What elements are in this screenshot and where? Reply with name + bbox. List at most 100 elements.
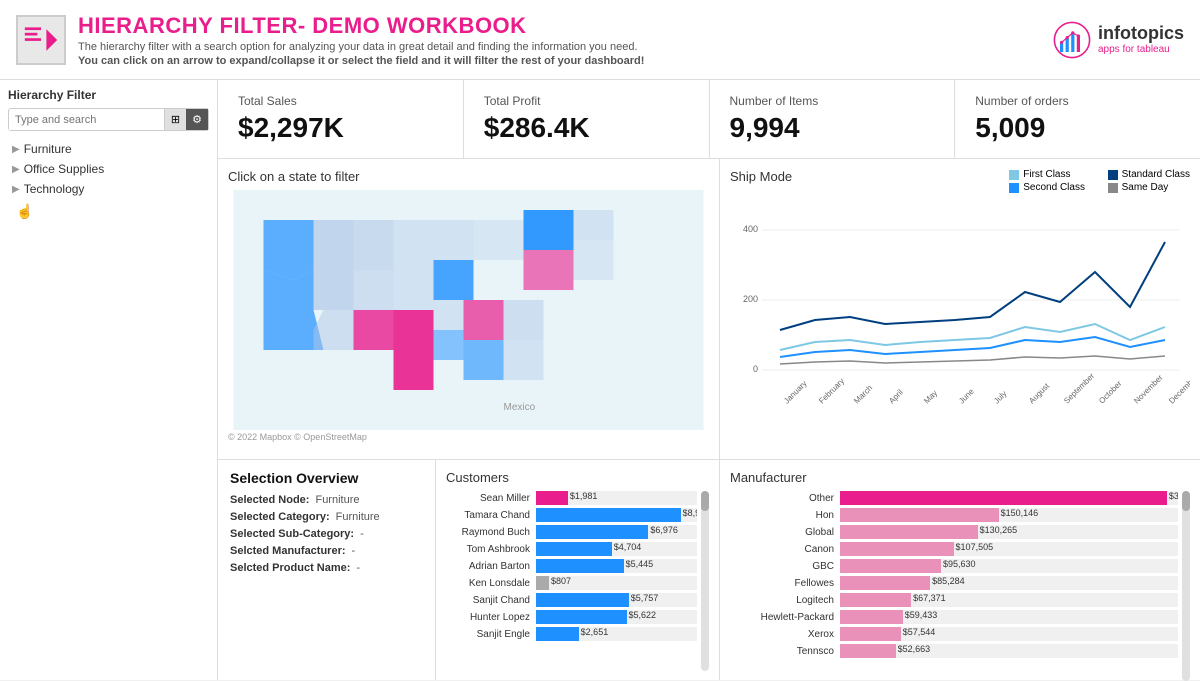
bar-fill <box>536 576 549 590</box>
bar-row[interactable]: Sean Miller $1,981 <box>446 491 697 505</box>
bar-value: $4,704 <box>614 542 642 552</box>
main-area: Hierarchy Filter ⊞ ⚙ ▶ Furniture ▶ Offic… <box>0 80 1200 680</box>
bar-row[interactable]: Xerox $57,544 <box>730 627 1178 641</box>
sidebar-item-furniture[interactable]: ▶ Furniture <box>8 139 209 159</box>
svg-text:December: December <box>1167 373 1190 406</box>
bar-row[interactable]: Sanjit Chand $5,757 <box>446 593 697 607</box>
legend-label: Same Day <box>1122 182 1169 193</box>
map-caption: © 2022 Mapbox © OpenStreetMap <box>228 432 709 442</box>
bar-track: $807 <box>536 576 697 590</box>
map-section: Click on a state to filter <box>218 159 720 459</box>
bar-track: $309,451 <box>840 491 1178 505</box>
legend-label: First Class <box>1023 169 1070 180</box>
bar-fill <box>840 593 911 607</box>
scroll-thumb[interactable] <box>1182 491 1190 511</box>
kpi-value: 9,994 <box>730 112 935 144</box>
kpi-value: 5,009 <box>975 112 1180 144</box>
chevron-right-icon: ▶ <box>12 144 20 155</box>
bar-track: $6,976 <box>536 525 697 539</box>
settings-button[interactable]: ⚙ <box>186 109 208 130</box>
svg-text:Mexico: Mexico <box>504 402 536 413</box>
manufacturer-bars: Other $309,451 Hon $150,146 Global $130,… <box>730 491 1178 681</box>
chart-header: Ship Mode First Class Standard Class <box>730 169 1190 193</box>
bar-value: $95,630 <box>943 559 976 569</box>
bar-row[interactable]: Tennsco $52,663 <box>730 644 1178 658</box>
bar-track: $8,981 <box>536 508 697 522</box>
bar-value: $5,757 <box>631 593 659 603</box>
bar-label: Canon <box>730 544 840 555</box>
scroll-thumb[interactable] <box>701 491 709 511</box>
sel-key: Selcted Product Name: <box>230 562 350 574</box>
kpi-label: Total Profit <box>484 94 689 108</box>
bar-row[interactable]: Fellowes $85,284 <box>730 576 1178 590</box>
scroll-bar[interactable] <box>1182 491 1190 681</box>
bar-label: Adrian Barton <box>446 561 536 572</box>
kpi-label: Number of Items <box>730 94 935 108</box>
bar-row[interactable]: Hunter Lopez $5,622 <box>446 610 697 624</box>
bar-row[interactable]: Tom Ashbrook $4,704 <box>446 542 697 556</box>
bar-track: $2,651 <box>536 627 697 641</box>
sel-val: - <box>352 545 356 557</box>
legend-color-second-class <box>1009 183 1019 193</box>
filter-button[interactable]: ⊞ <box>164 109 186 130</box>
svg-text:200: 200 <box>743 294 758 304</box>
svg-text:October: October <box>1097 379 1124 406</box>
bar-track: $95,630 <box>840 559 1178 573</box>
bar-row[interactable]: Raymond Buch $6,976 <box>446 525 697 539</box>
bar-row[interactable]: Sanjit Engle $2,651 <box>446 627 697 641</box>
kpi-total-sales: Total Sales $2,297K <box>218 80 464 158</box>
sidebar-item-office-supplies[interactable]: ▶ Office Supplies <box>8 159 209 179</box>
bar-row[interactable]: Canon $107,505 <box>730 542 1178 556</box>
svg-text:November: November <box>1132 373 1165 406</box>
bar-row[interactable]: Hewlett-Packard $59,433 <box>730 610 1178 624</box>
bar-value: $6,976 <box>650 525 678 535</box>
svg-text:February: February <box>817 376 846 405</box>
customers-section: Customers Sean Miller $1,981 Tamara Chan… <box>436 460 720 680</box>
subtitle-line2: You can click on an arrow to expand/coll… <box>78 55 644 67</box>
customers-bars: Sean Miller $1,981 Tamara Chand $8,981 R… <box>446 491 697 671</box>
logo-subtitle: apps for tableau <box>1098 44 1184 55</box>
search-bar[interactable]: ⊞ ⚙ <box>8 108 209 131</box>
bar-value: $59,433 <box>905 610 938 620</box>
bar-label: Tamara Chand <box>446 510 536 521</box>
svg-text:September: September <box>1062 371 1096 405</box>
search-input[interactable] <box>9 110 164 130</box>
chart-title: Ship Mode <box>730 169 792 184</box>
bar-row[interactable]: Ken Lonsdale $807 <box>446 576 697 590</box>
scroll-bar[interactable] <box>701 491 709 671</box>
kpi-row: Total Sales $2,297K Total Profit $286.4K… <box>218 80 1200 159</box>
map-container[interactable]: Mexico <box>228 190 709 430</box>
sel-subcategory: Selected Sub-Category: - <box>230 528 423 540</box>
sidebar: Hierarchy Filter ⊞ ⚙ ▶ Furniture ▶ Offic… <box>0 80 218 680</box>
bar-value: $85,284 <box>932 576 965 586</box>
bar-row[interactable]: Adrian Barton $5,445 <box>446 559 697 573</box>
svg-text:May: May <box>922 388 939 405</box>
sel-category: Selected Category: Furniture <box>230 511 423 523</box>
bar-row[interactable]: Other $309,451 <box>730 491 1178 505</box>
kpi-label: Total Sales <box>238 94 443 108</box>
bar-fill <box>840 610 903 624</box>
subtitle-line1: The hierarchy filter with a search optio… <box>78 41 644 53</box>
bar-track: $5,445 <box>536 559 697 573</box>
kpi-value: $2,297K <box>238 112 443 144</box>
bar-label: Tennsco <box>730 646 840 657</box>
bar-row[interactable]: GBC $95,630 <box>730 559 1178 573</box>
sidebar-item-technology[interactable]: ▶ Technology <box>8 179 209 199</box>
app-icon <box>16 15 66 65</box>
bar-value: $8,981 <box>683 508 697 518</box>
bar-track: $52,663 <box>840 644 1178 658</box>
bar-fill <box>840 559 941 573</box>
bar-label: Logitech <box>730 595 840 606</box>
bar-label: Tom Ashbrook <box>446 544 536 555</box>
manufacturer-section: Manufacturer Other $309,451 Hon $150,146… <box>720 460 1200 680</box>
bar-row[interactable]: Global $130,265 <box>730 525 1178 539</box>
bar-row[interactable]: Hon $150,146 <box>730 508 1178 522</box>
bar-row[interactable]: Tamara Chand $8,981 <box>446 508 697 522</box>
kpi-items: Number of Items 9,994 <box>710 80 956 158</box>
bar-track: $5,622 <box>536 610 697 624</box>
legend-color-same-day <box>1108 183 1118 193</box>
bar-label: Other <box>730 493 840 504</box>
bar-row[interactable]: Logitech $67,371 <box>730 593 1178 607</box>
bar-track: $5,757 <box>536 593 697 607</box>
legend-first-class: First Class <box>1009 169 1091 180</box>
